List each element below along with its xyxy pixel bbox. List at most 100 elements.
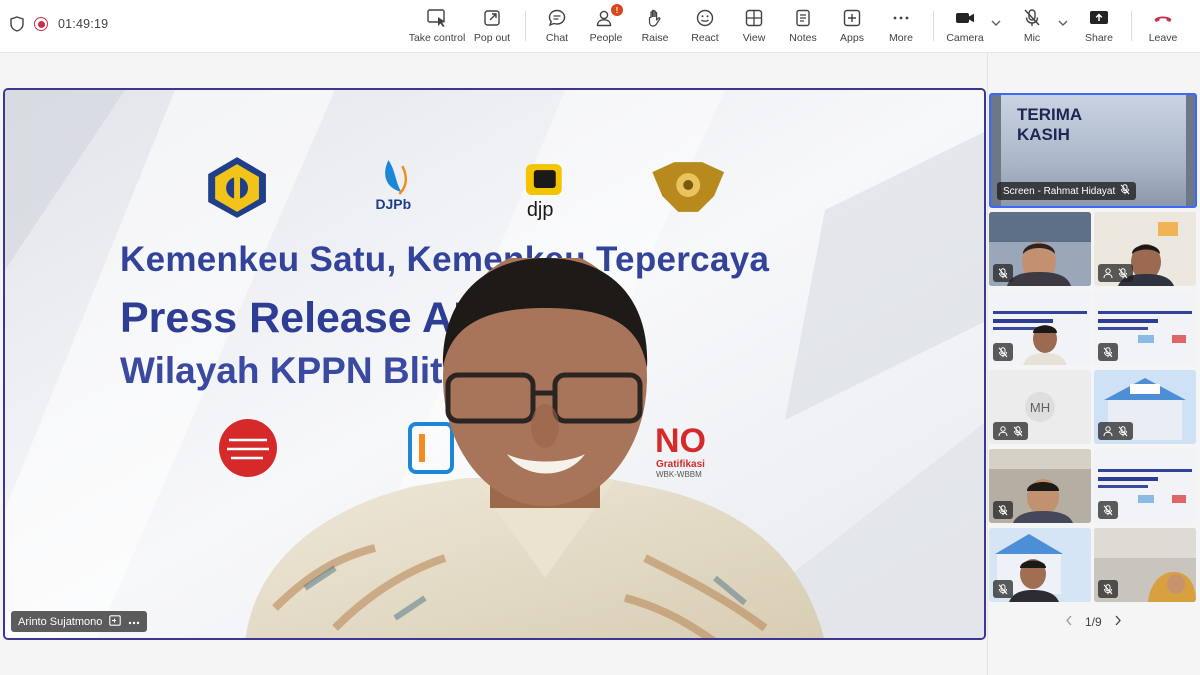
participant-status-tag (993, 264, 1013, 282)
screen-share-label: Screen - Rahmat Hidayat (1003, 185, 1116, 197)
apps-label: Apps (840, 32, 864, 44)
participant-status-tag (993, 580, 1013, 598)
notes-label: Notes (789, 32, 817, 44)
chat-button[interactable]: Chat (540, 6, 574, 48)
view-button[interactable]: View (738, 6, 770, 48)
mic-off-icon (998, 583, 1008, 594)
participant-tile[interactable] (1094, 291, 1196, 365)
chat-icon (547, 6, 567, 30)
participant-panel: TERIMA KASIH Screen - Rahmat Hidayat MH … (987, 53, 1200, 675)
djpb-logo-icon (385, 160, 407, 195)
meeting-toolbar: 01:49:19 Take control Pop out Chat ! Peo… (0, 0, 1200, 53)
camera-icon (954, 6, 976, 30)
participant-avatar: MH (1025, 392, 1055, 422)
take-control-button[interactable]: Take control (409, 6, 465, 48)
leave-icon (1152, 6, 1174, 30)
participant-tile[interactable] (989, 528, 1091, 602)
djp-logo-icon (525, 164, 562, 195)
screen-share-slide-text: TERIMA KASIH (1017, 105, 1082, 145)
pop-out-label: Pop out (473, 32, 511, 44)
djp-logo-text: djp (527, 199, 554, 221)
pinned-video-icon (109, 614, 122, 629)
participant-status-tag (1098, 264, 1133, 282)
toolbar-divider (525, 11, 526, 41)
react-label: React (691, 32, 719, 44)
next-page-chevron-icon[interactable] (1114, 614, 1122, 629)
participant-status-tag (1098, 501, 1118, 519)
people-icon: ! (595, 4, 623, 30)
notes-button[interactable]: Notes (786, 6, 820, 48)
mic-off-icon (1118, 267, 1128, 278)
participant-status-tag (1098, 580, 1118, 598)
participant-status-tag (993, 422, 1028, 440)
participant-tile[interactable] (989, 212, 1091, 286)
camera-label: Camera (946, 32, 984, 44)
mic-off-icon (1013, 425, 1023, 436)
toolbar-divider (1131, 11, 1132, 41)
participant-tile[interactable] (989, 449, 1091, 523)
view-icon (744, 6, 764, 30)
apps-icon (842, 6, 862, 30)
share-icon (1088, 6, 1110, 30)
bea-cukai-logo-icon (652, 162, 725, 212)
camera-button[interactable]: Camera (946, 6, 984, 48)
mic-off-icon (998, 346, 1008, 357)
screen-share-tag: Screen - Rahmat Hidayat (997, 182, 1137, 200)
camera-options-chevron-icon[interactable] (991, 19, 1001, 30)
participant-more-options-icon[interactable] (128, 616, 140, 628)
participant-tile[interactable]: MH (989, 370, 1091, 444)
participant-tile[interactable] (1094, 370, 1196, 444)
meeting-timer: 01:49:19 (58, 17, 109, 31)
participant-status-tag (1098, 422, 1133, 440)
mic-options-chevron-icon[interactable] (1058, 19, 1068, 30)
gallery-pager: 1/9 (1065, 614, 1122, 629)
more-button[interactable]: More (885, 6, 917, 48)
speaker-name: Arinto Sujatmono (18, 615, 103, 628)
people-badge: ! (611, 4, 623, 16)
participant-status-tag (1098, 343, 1118, 361)
speaker-video (245, 258, 824, 638)
take-control-label: Take control (408, 32, 466, 44)
view-label: View (742, 32, 766, 44)
person-icon (998, 425, 1008, 436)
slide-logo-row: DJPb djp (208, 157, 725, 221)
participant-tile[interactable] (989, 291, 1091, 365)
toolbar-divider (933, 11, 934, 41)
leave-button[interactable]: Leave (1146, 6, 1180, 48)
share-button[interactable]: Share (1083, 6, 1115, 48)
meeting-status: 01:49:19 (10, 16, 108, 32)
main-video-stage[interactable]: DJPb djp Kemenkeu Satu, Kemenkeu Teperca… (3, 88, 986, 640)
slide-text-line-1: TERIMA (1017, 105, 1083, 124)
djpb-logo-text: DJPb (375, 196, 411, 212)
speaker-name-tag: Arinto Sujatmono (11, 611, 148, 632)
mic-off-icon (1120, 184, 1130, 198)
react-button[interactable]: React (689, 6, 721, 48)
raise-hand-button[interactable]: Raise (639, 6, 671, 48)
notes-icon (793, 6, 813, 30)
participant-tile[interactable] (1094, 212, 1196, 286)
participant-tile[interactable] (1094, 528, 1196, 602)
mic-button[interactable]: Mic (1017, 6, 1047, 48)
mic-label: Mic (1023, 32, 1041, 44)
more-label: More (889, 32, 913, 44)
pop-out-button[interactable]: Pop out (472, 6, 512, 48)
mic-off-icon (1022, 6, 1042, 30)
person-icon (1103, 425, 1113, 436)
leave-label: Leave (1148, 32, 1178, 44)
recording-icon (34, 17, 48, 31)
take-control-icon (426, 6, 448, 30)
people-button[interactable]: ! People (587, 4, 625, 48)
share-label: Share (1084, 32, 1114, 44)
mic-off-icon (1103, 583, 1113, 594)
shield-icon[interactable] (10, 16, 24, 32)
mic-off-icon (1118, 425, 1128, 436)
apps-button[interactable]: Apps (836, 6, 868, 48)
previous-page-chevron-icon[interactable] (1065, 614, 1073, 629)
person-icon (1103, 267, 1113, 278)
participant-tile[interactable] (1094, 449, 1196, 523)
screen-share-tile[interactable]: TERIMA KASIH Screen - Rahmat Hidayat (989, 93, 1197, 208)
page-indicator: 1/9 (1085, 614, 1102, 629)
raise-hand-icon (645, 6, 665, 30)
slide-text-line-2: KASIH (1017, 125, 1070, 144)
react-icon (695, 6, 715, 30)
